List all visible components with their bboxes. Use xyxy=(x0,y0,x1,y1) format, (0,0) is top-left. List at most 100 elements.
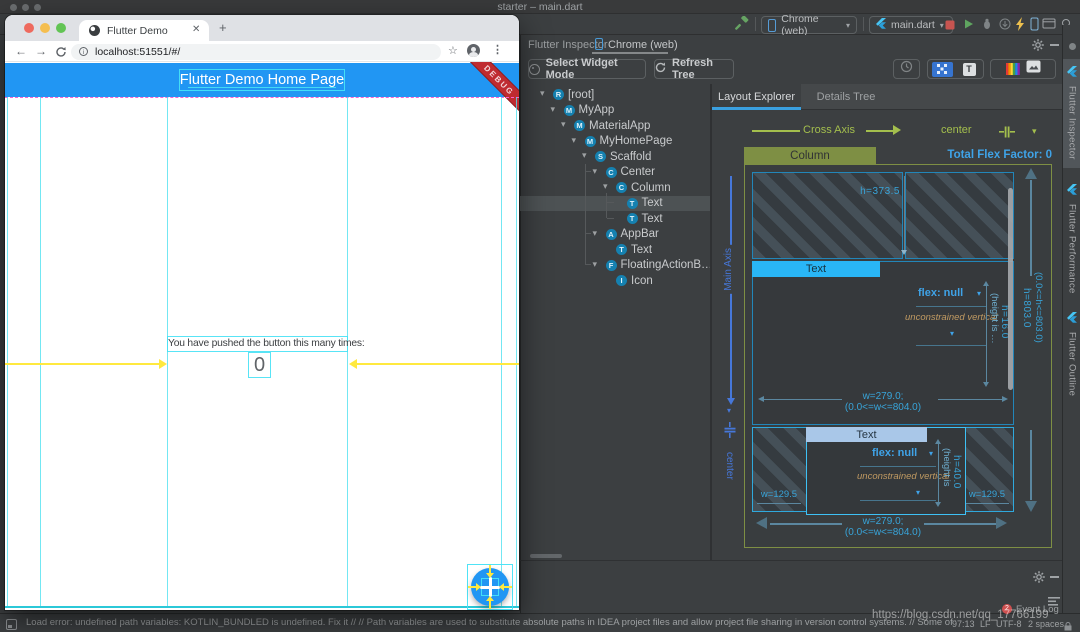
cross-axis-dropdown-icon[interactable]: ▾ xyxy=(1032,126,1037,137)
toggle-toolwindows-icon[interactable] xyxy=(6,617,17,632)
fab-arrow-left xyxy=(499,583,504,591)
child2-flex-label[interactable]: flex: null xyxy=(872,447,917,459)
expand-chevron-icon[interactable]: ▾ xyxy=(561,119,566,130)
tab-layout-explorer-underline xyxy=(712,107,801,110)
widget-type-icon: T xyxy=(627,198,638,209)
browser-tab[interactable]: Flutter Demo ✕ xyxy=(79,20,209,41)
tree-guide-line xyxy=(606,193,607,218)
footer-minimize-icon[interactable] xyxy=(1050,576,1059,578)
tab-close-icon[interactable]: ✕ xyxy=(192,24,200,35)
tree-node-scaffold[interactable]: ▾SScaffold xyxy=(520,149,710,165)
widget-type-icon: T xyxy=(616,244,627,255)
expand-chevron-icon[interactable]: ▾ xyxy=(593,228,598,239)
browser-navbar: ← → i localhost:51551/#/ ☆ ⋮ xyxy=(5,41,519,62)
tree-node-center[interactable]: ▾CCenter xyxy=(520,165,710,181)
tool-windows-icon[interactable] xyxy=(1042,17,1056,35)
inspector-settings-gear-icon[interactable] xyxy=(1031,38,1045,57)
refresh-icon xyxy=(655,60,666,78)
run-config-dropdown[interactable]: main.dart ▾ xyxy=(869,16,953,34)
tree-guide-line xyxy=(586,171,591,172)
reload-icon[interactable] xyxy=(55,45,67,63)
device-selector-dropdown[interactable]: Chrome (web) ▾ xyxy=(761,16,857,34)
child1-flex-dropdown-icon[interactable]: ▾ xyxy=(977,289,981,298)
tree-node-text[interactable]: TText xyxy=(520,211,710,227)
inspector-minimize-icon[interactable] xyxy=(1050,44,1059,46)
forward-icon[interactable]: → xyxy=(35,44,47,58)
child1-fit-dropdown-icon[interactable]: ▾ xyxy=(950,329,954,338)
tree-node-column[interactable]: ▾CColumn xyxy=(520,180,710,196)
highlight-oversized-images-icon[interactable] xyxy=(1026,60,1041,78)
tree-node-label: Text xyxy=(642,197,663,209)
tree-node-label: MyHomePage xyxy=(600,135,673,147)
attach-device-icon[interactable] xyxy=(1028,17,1041,36)
page-info-icon[interactable]: i xyxy=(79,47,88,56)
child1-height-measure-line xyxy=(986,285,987,383)
cross-axis-alignment-value[interactable]: center xyxy=(941,124,972,136)
debug-button-icon[interactable] xyxy=(980,17,994,36)
browser-close-button[interactable] xyxy=(24,23,34,33)
status-message[interactable]: Load error: undefined path variables: KO… xyxy=(26,617,956,628)
child2-flex-dropdown-icon[interactable]: ▾ xyxy=(929,449,933,458)
profile-avatar[interactable] xyxy=(467,44,480,57)
tree-horizontal-scrollbar[interactable] xyxy=(530,554,562,558)
column-widget-header[interactable]: Column xyxy=(744,147,876,164)
back-icon[interactable]: ← xyxy=(15,44,27,58)
main-axis-chevron-icon[interactable]: ▾ xyxy=(727,406,731,415)
tree-node-myapp[interactable]: ▾MMyApp xyxy=(520,103,710,119)
tree-node-materialapp[interactable]: ▾MMaterialApp xyxy=(520,118,710,134)
child2-header[interactable]: Text xyxy=(806,427,927,442)
expand-chevron-icon[interactable]: ▾ xyxy=(540,88,545,99)
tree-node-floatingactionb-[interactable]: ▾FFloatingActionB… xyxy=(520,258,710,274)
browser-zoom-button[interactable] xyxy=(56,23,66,33)
sidebar-tab-label: Flutter Outline xyxy=(1067,332,1078,396)
footer-settings-gear-icon[interactable] xyxy=(1032,570,1046,589)
timeline-clock-button[interactable] xyxy=(893,59,920,79)
tree-node-icon[interactable]: IIcon xyxy=(520,273,710,289)
expand-chevron-icon[interactable]: ▾ xyxy=(551,104,556,115)
flutter-logo-icon xyxy=(876,16,886,34)
expand-chevron-icon[interactable]: ▾ xyxy=(582,150,587,161)
width-measure-line xyxy=(924,523,996,525)
show-guidelines-toggle[interactable] xyxy=(932,62,953,77)
tree-node-myhomepage[interactable]: ▾MMyHomePage xyxy=(520,134,710,150)
free-space-measure-line xyxy=(904,176,905,250)
tree-node--root-[interactable]: ▾R[root] xyxy=(520,87,710,103)
device-tab-label[interactable]: Chrome (web) xyxy=(608,39,678,51)
sidebar-tab-flutter-performance[interactable]: Flutter Performance xyxy=(1063,177,1080,296)
sidebar-tab-flutter-outline[interactable]: Flutter Outline xyxy=(1063,305,1080,406)
profiler-button-icon[interactable] xyxy=(998,17,1012,36)
url-text[interactable]: localhost:51551/#/ xyxy=(95,46,180,58)
child2-fit-dropdown-icon[interactable]: ▾ xyxy=(916,488,920,497)
expand-chevron-icon[interactable]: ▾ xyxy=(593,259,598,270)
sidebar-tab-flutter-inspector[interactable]: Flutter Inspector xyxy=(1063,59,1080,168)
explorer-vertical-scrollbar[interactable] xyxy=(1008,188,1013,390)
url-bar[interactable]: i localhost:51551/#/ xyxy=(71,44,441,60)
tree-node-text[interactable]: T Text xyxy=(520,242,710,258)
tree-node-text[interactable]: T Text xyxy=(520,196,710,212)
build-hammer-icon[interactable] xyxy=(735,16,750,36)
expand-chevron-icon[interactable]: ▾ xyxy=(603,181,608,192)
fab-plus-icon xyxy=(480,586,500,589)
expand-chevron-icon[interactable]: ▾ xyxy=(572,135,577,146)
tree-node-appbar[interactable]: ▾AAppBar xyxy=(520,227,710,243)
tree-guide-line xyxy=(607,202,614,203)
browser-menu-icon[interactable]: ⋮ xyxy=(492,43,503,56)
new-tab-icon[interactable]: + xyxy=(219,20,227,35)
run-button-icon[interactable] xyxy=(961,17,975,36)
child1-header[interactable]: Text xyxy=(752,261,880,277)
tree-node-label: MyApp xyxy=(579,104,615,116)
stop-icon[interactable] xyxy=(944,18,956,36)
readonly-lock-icon[interactable] xyxy=(1064,618,1072,632)
browser-minimize-button[interactable] xyxy=(40,23,50,33)
main-axis-alignment-value[interactable]: center xyxy=(724,452,735,480)
hot-reload-icon[interactable] xyxy=(1014,17,1026,36)
refresh-tree-button[interactable]: Refresh Tree xyxy=(654,59,734,79)
expand-chevron-icon[interactable]: ▾ xyxy=(593,166,598,177)
select-widget-mode-button[interactable]: Select Widget Mode xyxy=(528,59,646,79)
highlight-repaints-icon[interactable] xyxy=(1006,62,1020,76)
tab-details-tree[interactable]: Details Tree xyxy=(801,84,891,110)
tree-node-label: Text xyxy=(631,244,652,256)
child1-flex-label[interactable]: flex: null xyxy=(918,287,963,299)
bookmark-star-icon[interactable]: ☆ xyxy=(448,44,458,57)
show-baselines-toggle[interactable]: T xyxy=(959,62,980,77)
